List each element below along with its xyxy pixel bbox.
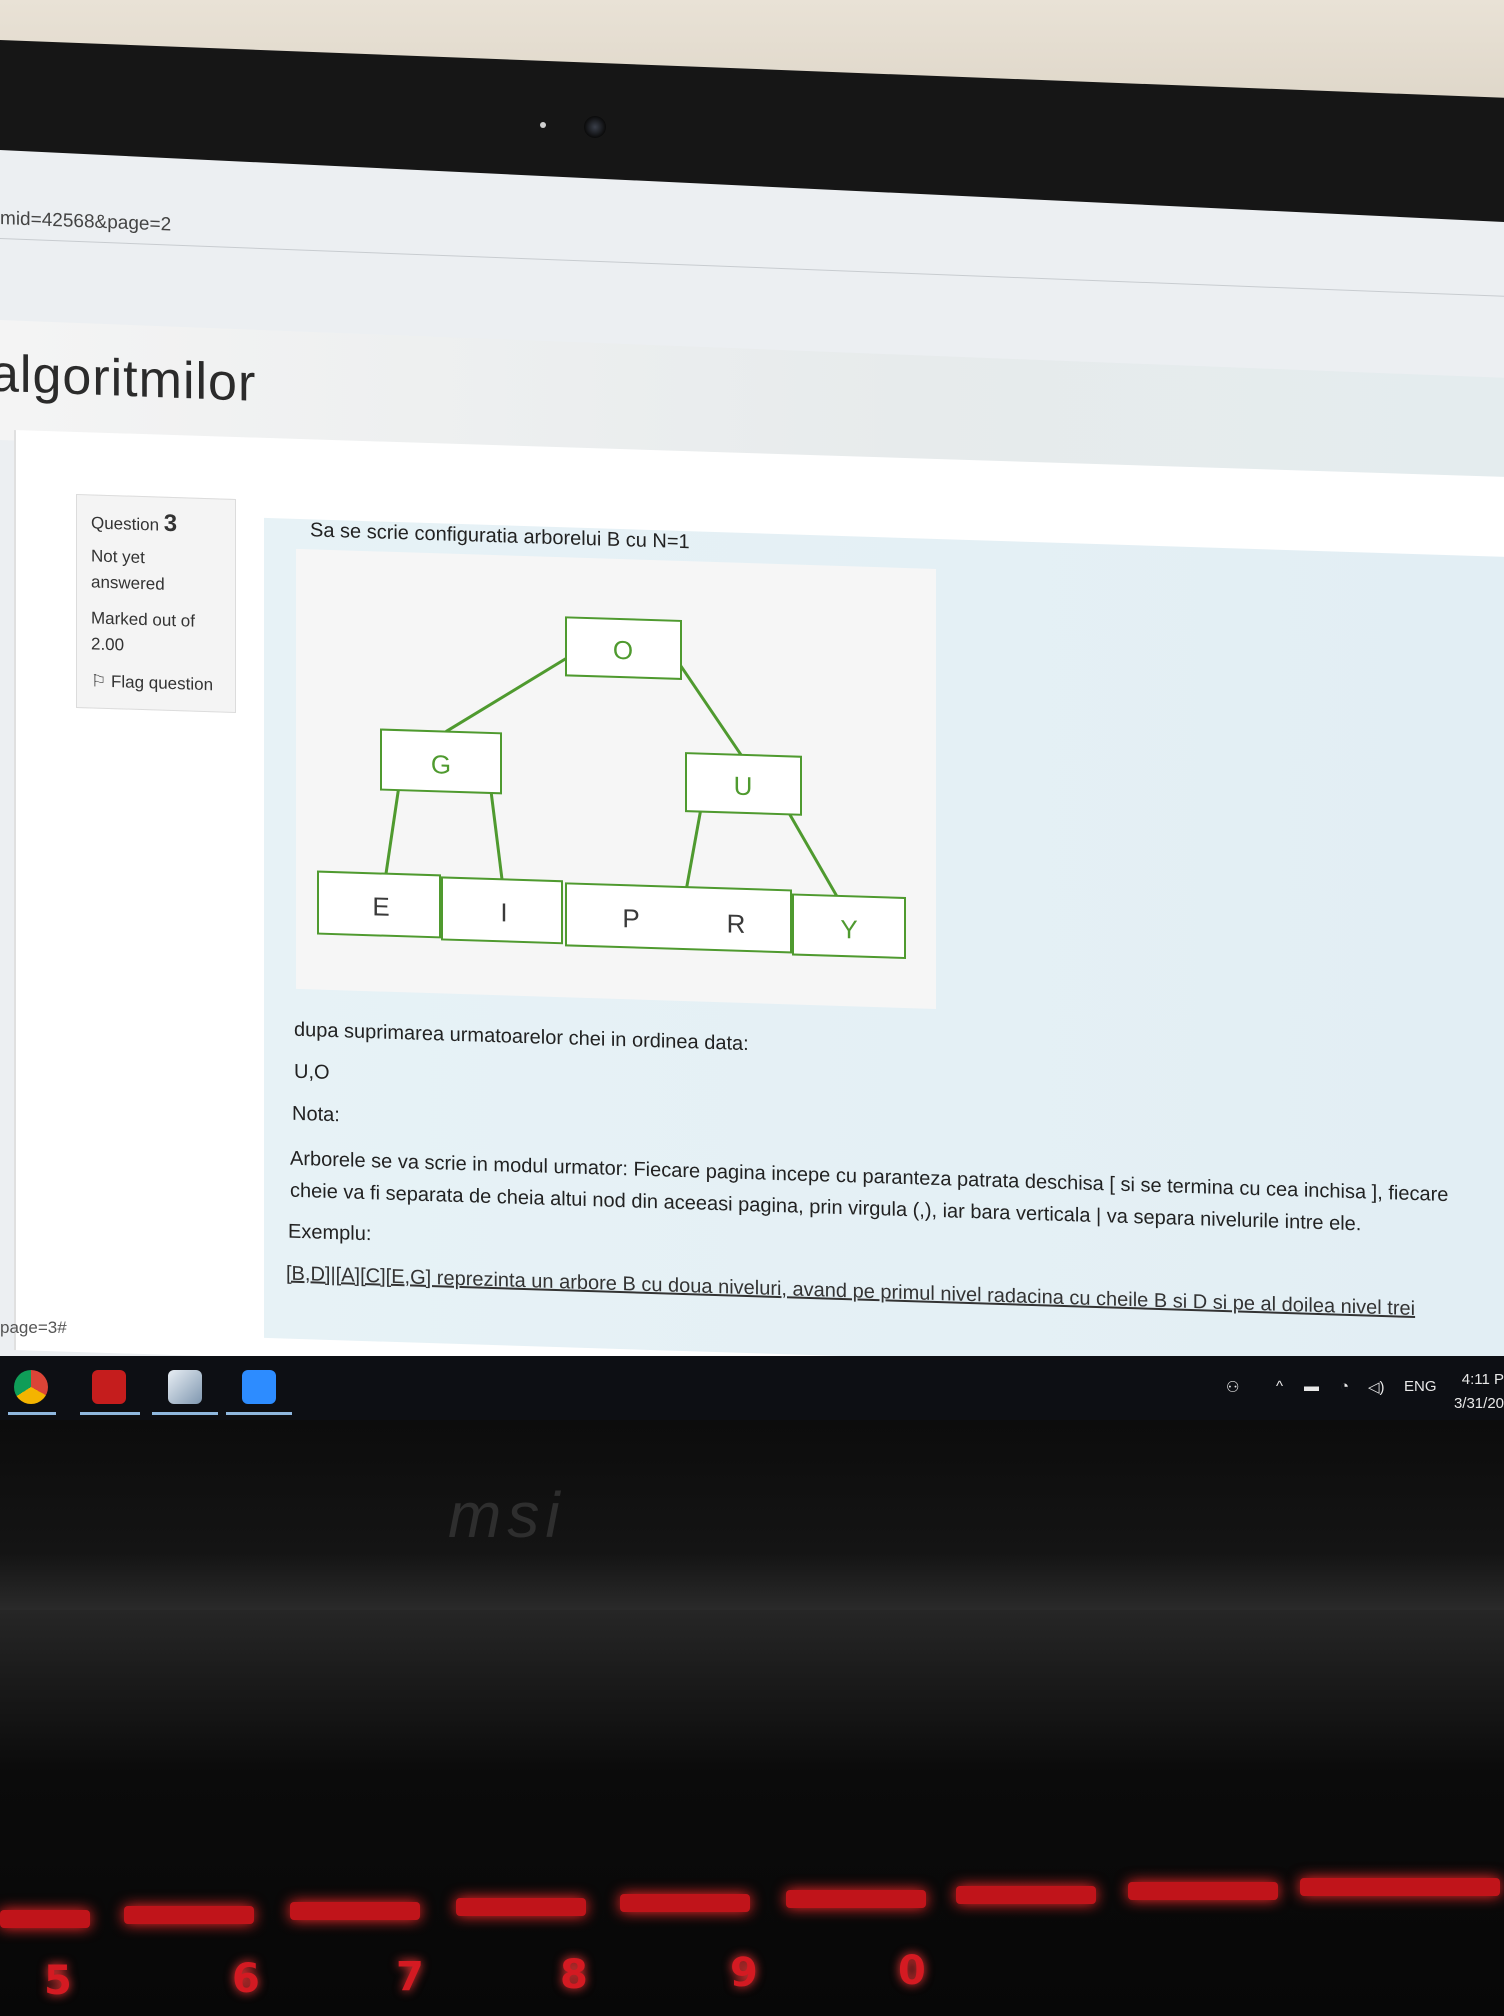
language-indicator[interactable]: ENG [1404, 1378, 1437, 1395]
leaf-pr [565, 882, 792, 954]
flag-question-link[interactable]: ⚐ Flag question [91, 671, 213, 695]
question-info-card: Question 3 Not yet answered Marked out o… [76, 493, 236, 713]
key-row-light [1128, 1882, 1278, 1900]
note-text: Arborele se va scrie in modul urmator: F… [290, 1147, 1449, 1236]
url-text[interactable]: mid=42568&page=2 [0, 208, 171, 237]
question-number: Question 3 [91, 509, 178, 538]
flag-icon: ⚐ [91, 671, 107, 691]
key-row-light [1300, 1878, 1500, 1896]
status-bar-link: page=3# [0, 1318, 67, 1337]
chrome-icon[interactable] [14, 1370, 48, 1404]
clock-date: 3/31/20 [1453, 1395, 1504, 1412]
key-7: 7 [396, 1954, 424, 2000]
question-body: Sa se scrie configuratia arborelui B cu … [264, 517, 1504, 1378]
key-row-light [0, 1910, 90, 1928]
course-title: algoritmilor [0, 344, 257, 413]
acrobat-icon[interactable] [92, 1370, 126, 1404]
key-i: I [500, 897, 507, 927]
webcam-led [540, 122, 546, 128]
key-e: E [372, 891, 389, 922]
question-marks: Marked out of 2.00 [91, 608, 195, 655]
system-clock[interactable]: 4:11 P 3/31/20 [1454, 1368, 1504, 1416]
deletion-intro: dupa suprimarea urmatoarelor chei in ord… [294, 1018, 749, 1056]
zoom-icon[interactable] [242, 1370, 276, 1404]
wifi-icon[interactable]: ◔ [1340, 1378, 1349, 1395]
notes-active-indicator [152, 1412, 218, 1415]
key-0: 0 [898, 1948, 926, 1994]
question-status: Not yet answered [91, 546, 165, 594]
key-8: 8 [560, 1952, 588, 1998]
notes-app-icon[interactable] [168, 1370, 202, 1404]
key-root: O [613, 635, 633, 666]
clock-time: 4:11 P [1461, 1371, 1504, 1388]
question-prompt: Sa se scrie configuratia arborelui B cu … [310, 519, 690, 554]
deletion-keys: U,O [294, 1060, 330, 1084]
note-label: Nota: [292, 1102, 340, 1127]
btree-diagram: O G U E I P R Y [296, 548, 936, 1009]
battery-icon[interactable]: ▬ [1304, 1378, 1319, 1395]
laptop-chin [0, 1420, 1504, 1610]
zoom-active-indicator [226, 1412, 292, 1415]
chevron-up-icon[interactable]: ^ [1276, 1378, 1283, 1395]
laptop-brand-logo: msi [448, 1479, 566, 1551]
key-6: 6 [232, 1956, 260, 2002]
people-icon[interactable]: ⚇ [1226, 1378, 1239, 1396]
key-row-light [124, 1906, 254, 1924]
quiz-content: Question 3 Not yet answered Marked out o… [14, 430, 1504, 1398]
key-row-light [456, 1898, 586, 1916]
edge-o-u [674, 657, 743, 756]
key-row-light [290, 1902, 420, 1920]
key-9: 9 [730, 1950, 758, 1996]
example-label: Exemplu: [288, 1220, 372, 1246]
edge-o-g [445, 654, 572, 733]
key-r: R [727, 908, 746, 939]
chrome-active-indicator [8, 1412, 56, 1415]
key-row-light [786, 1890, 926, 1908]
backlit-keyboard: 5 6 7 8 9 0 [0, 1610, 1504, 2016]
acrobat-active-indicator [80, 1412, 140, 1415]
key-row-light [620, 1894, 750, 1912]
key-p: P [622, 903, 639, 934]
volume-icon[interactable]: ◁) [1368, 1378, 1385, 1396]
webcam [584, 116, 606, 138]
example-text: [B,D]|[A][C][E,G] reprezinta un arbore B… [286, 1262, 1416, 1321]
key-g: G [431, 749, 451, 780]
key-y: Y [840, 914, 857, 945]
key-row-light [956, 1886, 1096, 1904]
key-u: U [734, 771, 753, 802]
windows-taskbar: ⚇ ^ ▬ ◔ ◁) ENG 4:11 P 3/31/20 [0, 1356, 1504, 1420]
key-5: 5 [44, 1958, 72, 2004]
